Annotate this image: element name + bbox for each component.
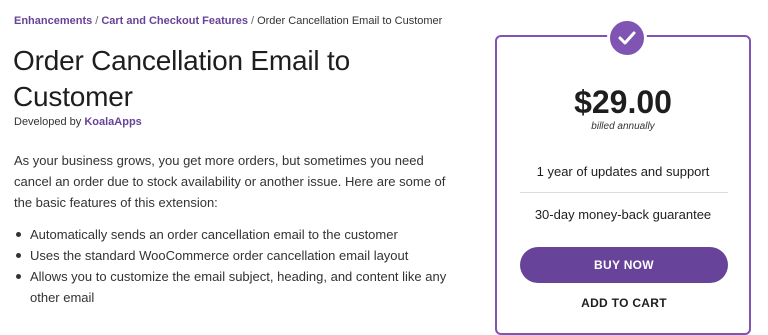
- feature-list-item: Uses the standard WooCommerce order canc…: [14, 245, 464, 266]
- check-icon: [607, 18, 647, 58]
- breadcrumb-link-enhancements[interactable]: Enhancements: [14, 15, 92, 27]
- breadcrumb-current: Order Cancellation Email to Customer: [257, 15, 443, 27]
- feature-list: Automatically sends an order cancellatio…: [14, 224, 464, 308]
- buy-now-button[interactable]: BUY NOW: [520, 247, 728, 283]
- add-to-cart-button[interactable]: ADD TO CART: [520, 296, 728, 316]
- developer-link[interactable]: KoalaApps: [84, 116, 141, 128]
- developed-by-label: Developed by: [14, 116, 82, 128]
- pricing-feature-guarantee: 30-day money-back guarantee: [534, 207, 712, 222]
- divider: [520, 192, 728, 193]
- product-description: As your business grows, you get more ord…: [14, 153, 446, 210]
- breadcrumb-separator: /: [251, 15, 255, 27]
- billing-period: billed annually: [591, 121, 655, 132]
- developer-line: Developed by KoalaApps: [14, 116, 142, 128]
- pricing-feature-updates: 1 year of updates and support: [536, 164, 710, 179]
- breadcrumb-link-cart-checkout[interactable]: Cart and Checkout Features: [101, 15, 248, 27]
- price: $29.00: [574, 84, 672, 120]
- feature-list-item: Allows you to customize the email subjec…: [14, 266, 464, 308]
- page-title: Order Cancellation Email to Customer: [13, 45, 350, 112]
- feature-list-item: Automatically sends an order cancellatio…: [14, 224, 464, 245]
- breadcrumb: Enhancements / Cart and Checkout Features /…: [14, 15, 442, 27]
- pricing-card: [495, 35, 751, 335]
- breadcrumb-separator: /: [95, 15, 99, 27]
